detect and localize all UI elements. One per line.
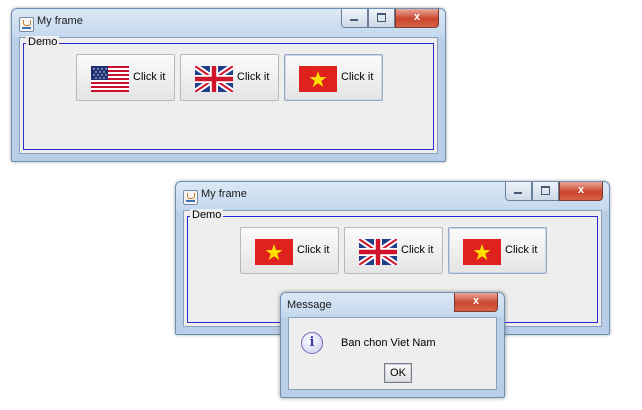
vietnam-flag-button[interactable]: Click it xyxy=(240,227,339,274)
java-app-icon xyxy=(183,190,198,205)
java-app-icon xyxy=(19,17,34,32)
maximize-icon xyxy=(377,13,386,22)
window-title: My frame xyxy=(201,188,247,200)
maximize-button[interactable] xyxy=(532,182,559,201)
button-label: Click it xyxy=(341,71,374,83)
window-title: My frame xyxy=(37,15,83,27)
flag-vietnam-icon xyxy=(299,66,337,92)
minimize-icon xyxy=(350,19,358,21)
minimize-icon xyxy=(514,192,522,194)
uk-flag-button[interactable]: Click it xyxy=(180,54,279,101)
main-window-1: My frame x Demo Click it Click it Click … xyxy=(11,8,446,162)
close-button[interactable]: x xyxy=(559,182,603,201)
close-icon: x xyxy=(472,295,480,307)
dialog-close-button[interactable]: x xyxy=(454,293,498,312)
flag-uk-icon xyxy=(359,239,397,265)
button-label: Click it xyxy=(505,244,538,256)
window-controls: x xyxy=(341,9,439,28)
close-icon: x xyxy=(577,184,585,196)
message-dialog: Message x i Ban chon Viet Nam OK xyxy=(280,292,505,398)
flag-vietnam-icon xyxy=(463,239,501,265)
maximize-button[interactable] xyxy=(368,9,395,28)
ok-button[interactable]: OK xyxy=(384,363,412,383)
info-icon: i xyxy=(301,332,323,354)
group-title: Demo xyxy=(22,36,60,48)
maximize-icon xyxy=(541,186,550,195)
button-label: Click it xyxy=(237,71,270,83)
dialog-message: Ban chon Viet Nam xyxy=(341,337,436,349)
flag-vietnam-icon xyxy=(255,239,293,265)
close-button[interactable]: x xyxy=(395,9,439,28)
button-label: Click it xyxy=(133,71,166,83)
demo-group-box: Demo Click it Click it Click it xyxy=(22,36,434,150)
button-label: Click it xyxy=(297,244,330,256)
dialog-controls: x xyxy=(454,293,498,312)
dialog-title: Message xyxy=(287,299,332,311)
close-icon: x xyxy=(413,11,421,23)
flag-uk-icon xyxy=(195,66,233,92)
minimize-button[interactable] xyxy=(505,182,532,201)
group-title: Demo xyxy=(186,209,224,221)
flag-usa-icon xyxy=(91,66,129,92)
vietnam-flag-button[interactable]: Click it xyxy=(284,54,383,101)
dialog-content: i Ban chon Viet Nam OK xyxy=(288,317,497,390)
usa-flag-button[interactable]: Click it xyxy=(76,54,175,101)
title-bar[interactable]: My frame x xyxy=(12,9,445,37)
uk-flag-button[interactable]: Click it xyxy=(344,227,443,274)
content-pane: Demo Click it Click it Click it xyxy=(19,36,438,154)
vietnam-flag-button[interactable]: Click it xyxy=(448,227,547,274)
title-bar[interactable]: My frame x xyxy=(176,182,609,210)
button-label: Click it xyxy=(401,244,434,256)
window-controls: x xyxy=(505,182,603,201)
minimize-button[interactable] xyxy=(341,9,368,28)
